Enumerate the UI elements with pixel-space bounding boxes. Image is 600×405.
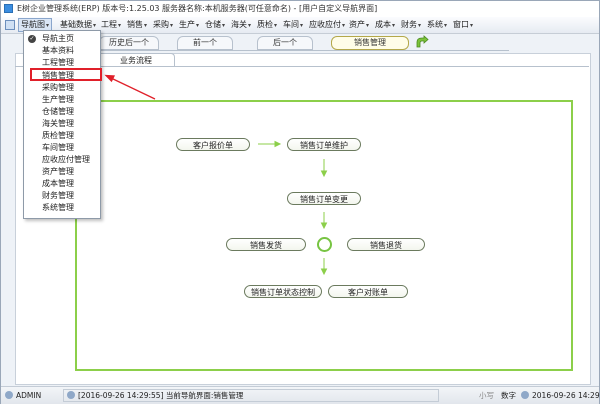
user-icon	[5, 391, 13, 399]
dropdown-item-purchase[interactable]: 采购管理	[24, 82, 100, 94]
tab-sales-management[interactable]: 销售管理	[331, 36, 409, 50]
status-user: ADMIN	[16, 391, 42, 400]
menu-warehouse[interactable]: 仓储▾	[203, 19, 227, 31]
info-icon	[67, 391, 75, 399]
menu-assets[interactable]: 资产▾	[347, 19, 371, 31]
flow-node-customer-quote[interactable]: 客户报价单	[176, 138, 250, 151]
menu-window[interactable]: 窗口▾	[451, 19, 475, 31]
flow-node-sales-return[interactable]: 销售退货	[347, 238, 425, 251]
status-caps: 小写	[479, 391, 494, 400]
menu-production[interactable]: 生产▾	[177, 19, 201, 31]
tab-history-next[interactable]: 历史后一个	[99, 36, 159, 50]
highlight-box	[30, 68, 102, 81]
dropdown-item-production[interactable]: 生产管理	[24, 94, 100, 106]
menu-cost[interactable]: 成本▾	[373, 19, 397, 31]
flow-node-sales-order[interactable]: 销售订单维护	[287, 138, 361, 151]
status-message: [2016-09-26 14:29:55] 当前导航界面:销售管理	[78, 391, 244, 400]
app-icon	[4, 4, 13, 13]
menu-finance[interactable]: 财务▾	[399, 19, 423, 31]
dropdown-item-cost[interactable]: 成本管理	[24, 178, 100, 190]
dropdown-item-workshop[interactable]: 车间管理	[24, 142, 100, 154]
menu-purchase[interactable]: 采购▾	[151, 19, 175, 31]
dropdown-item-nav-home[interactable]: ✓ 导航主页	[24, 33, 100, 45]
tab-previous[interactable]: 前一个	[177, 36, 233, 50]
navigation-dropdown-menu: ✓ 导航主页 基本资料 工程管理 销售管理 采购管理 生产管理 仓储管理 海关管…	[23, 30, 101, 219]
tab-next[interactable]: 后一个	[257, 36, 313, 50]
flow-node-order-change[interactable]: 销售订单变更	[287, 192, 361, 205]
menu-workshop[interactable]: 车间▾	[281, 19, 305, 31]
erp-window: E树企业管理系统(ERP) 版本号:1.25.03 服务器名称:本机服务器(可任…	[0, 0, 600, 404]
refresh-arrow-icon[interactable]	[415, 35, 429, 49]
status-datetime: 2016-09-26 14:29	[532, 391, 600, 400]
menu-customs[interactable]: 海关▾	[229, 19, 253, 31]
navigation-icon	[5, 20, 15, 30]
tab-business-process[interactable]: 业务流程	[97, 53, 175, 67]
checked-icon: ✓	[28, 35, 36, 43]
tab-divider	[99, 50, 509, 51]
dropdown-item-finance[interactable]: 财务管理	[24, 190, 100, 202]
flow-node-sales-shipment[interactable]: 销售发货	[226, 238, 306, 251]
dropdown-item-label: 导航主页	[42, 34, 74, 43]
menu-sales[interactable]: 销售▾	[125, 19, 149, 31]
flow-node-customer-statement[interactable]: 客户对账单	[328, 285, 408, 298]
dropdown-item-customs[interactable]: 海关管理	[24, 118, 100, 130]
menu-quality[interactable]: 质检▾	[255, 19, 279, 31]
status-bar: ADMIN [2016-09-26 14:29:55] 当前导航界面:销售管理 …	[1, 386, 600, 404]
dropdown-item-receivable-payable[interactable]: 应收应付管理	[24, 154, 100, 166]
dropdown-item-basic-data[interactable]: 基本资料	[24, 45, 100, 57]
menu-system[interactable]: 系统▾	[425, 19, 449, 31]
dropdown-item-assets[interactable]: 资产管理	[24, 166, 100, 178]
dropdown-item-system[interactable]: 系统管理	[24, 202, 100, 214]
menu-receivable-payable[interactable]: 应收应付▾	[307, 19, 347, 31]
workspace-divider	[15, 66, 589, 67]
status-numlock: 数字	[501, 391, 516, 400]
flow-cycle-icon	[317, 237, 332, 252]
dropdown-item-quality[interactable]: 质检管理	[24, 130, 100, 142]
clock-icon	[521, 391, 529, 399]
window-title: E树企业管理系统(ERP) 版本号:1.25.03 服务器名称:本机服务器(可任…	[17, 4, 378, 13]
flow-node-order-status[interactable]: 销售订单状态控制	[244, 285, 322, 298]
menu-engineering[interactable]: 工程▾	[99, 19, 123, 31]
dropdown-item-warehouse[interactable]: 仓储管理	[24, 106, 100, 118]
title-bar: E树企业管理系统(ERP) 版本号:1.25.03 服务器名称:本机服务器(可任…	[1, 1, 599, 18]
